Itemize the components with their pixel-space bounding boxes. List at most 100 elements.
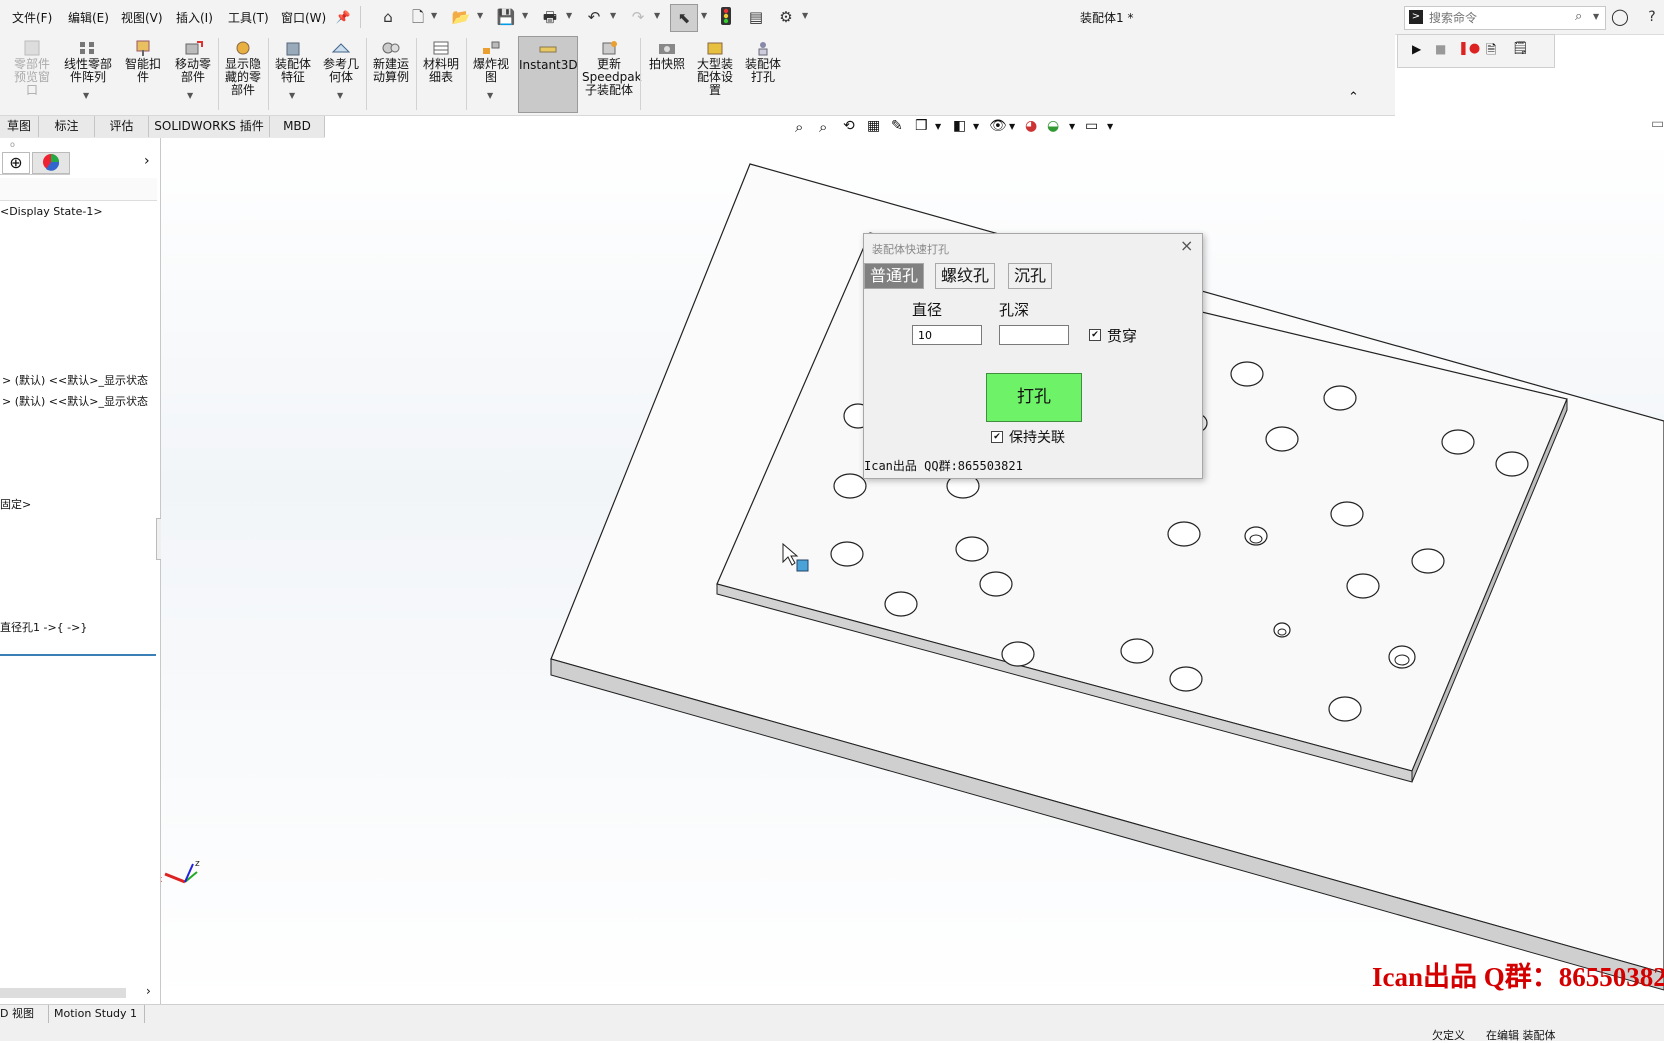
new-document-icon[interactable]: 🗋: [408, 7, 428, 27]
section-view-icon[interactable]: ▦: [867, 118, 880, 134]
chevron-down-icon[interactable]: ▼: [701, 11, 707, 20]
chevron-right-icon[interactable]: ›: [146, 984, 151, 998]
tab-solidworks-addins[interactable]: SOLIDWORKS 插件: [149, 116, 270, 137]
zoom-to-area-icon[interactable]: ⌕: [819, 118, 827, 136]
tab-sketch[interactable]: 草图: [0, 116, 39, 137]
stop-icon[interactable]: ■: [1435, 42, 1446, 56]
hole[interactable]: [1244, 526, 1268, 546]
menu-tools[interactable]: 工具(T): [228, 9, 269, 26]
tree-component-2[interactable]: > (默认) <<默认>_显示状态: [2, 393, 148, 409]
tab-evaluate[interactable]: 评估: [95, 116, 149, 137]
chevron-down-icon[interactable]: ▼: [610, 11, 616, 20]
hole[interactable]: [884, 591, 918, 617]
chevron-down-icon[interactable]: ▼: [1009, 122, 1015, 131]
tab-markup[interactable]: 标注: [39, 116, 95, 137]
chevron-down-icon[interactable]: ▼: [187, 91, 193, 100]
hole[interactable]: [1323, 385, 1357, 411]
menu-edit[interactable]: 编辑(E): [68, 9, 109, 26]
show-hidden-components-button[interactable]: 显示隐藏的零部件: [220, 40, 266, 97]
print-icon[interactable]: 🖶: [540, 7, 560, 27]
chevron-right-icon[interactable]: ›: [144, 153, 150, 169]
display-state-item[interactable]: <Display State-1>: [0, 205, 103, 218]
chevron-down-icon[interactable]: ▼: [802, 11, 808, 20]
menu-window[interactable]: 窗口(W): [281, 9, 326, 26]
apply-scene-icon[interactable]: ◒: [1047, 118, 1059, 134]
hole[interactable]: [1230, 361, 1264, 387]
dynamic-annotation-icon[interactable]: ✎: [891, 118, 903, 134]
panel-toggle-icon[interactable]: ▭: [1651, 116, 1664, 132]
hole[interactable]: [1001, 641, 1035, 667]
save-icon[interactable]: 💾: [496, 7, 516, 27]
hole[interactable]: [1441, 429, 1475, 455]
diameter-input[interactable]: [912, 325, 982, 345]
search-input[interactable]: [1427, 9, 1581, 27]
tab-counterbore-hole[interactable]: 沉孔: [1008, 263, 1053, 289]
collapse-ribbon-icon[interactable]: ⌃: [1348, 90, 1359, 105]
redo-icon[interactable]: ↷: [628, 7, 648, 27]
hole[interactable]: [833, 473, 867, 499]
hole[interactable]: [1169, 666, 1203, 692]
view-orientation-icon[interactable]: ❒: [915, 118, 928, 134]
new-motion-study-button[interactable]: 新建运动算例: [368, 40, 414, 84]
chevron-down-icon[interactable]: ▼: [566, 11, 572, 20]
open-folder-icon[interactable]: 📂: [451, 7, 471, 27]
tab-motion-study[interactable]: Motion Study 1: [50, 1005, 145, 1023]
large-assembly-settings-button[interactable]: 大型装配体设置: [692, 40, 738, 97]
undo-icon[interactable]: ↶: [584, 7, 604, 27]
record-icon[interactable]: ❚●: [1458, 41, 1480, 56]
zoom-to-fit-icon[interactable]: ⌕: [795, 118, 803, 136]
display-manager-icon[interactable]: [32, 152, 70, 174]
panel-scrollbar[interactable]: [0, 988, 126, 998]
view-settings-icon[interactable]: ▭: [1085, 118, 1098, 134]
traffic-light-icon[interactable]: [716, 7, 736, 27]
tree-mates-fixed[interactable]: 固定>: [0, 496, 31, 512]
hole[interactable]: [1346, 573, 1380, 599]
chevron-down-icon[interactable]: ▼: [654, 11, 660, 20]
hide-show-items-icon[interactable]: 👁: [989, 118, 1007, 134]
take-snapshot-button[interactable]: 拍快照: [644, 40, 690, 71]
hole[interactable]: [1167, 521, 1201, 547]
user-account-icon[interactable]: ◯: [1610, 7, 1630, 27]
exploded-view-button[interactable]: 爆炸视图: [468, 40, 514, 84]
bill-of-materials-button[interactable]: 材料明细表: [418, 40, 464, 84]
select-cursor-icon[interactable]: ⬉: [670, 4, 698, 32]
hole[interactable]: [1265, 426, 1299, 452]
drill-button[interactable]: 打孔: [986, 373, 1082, 422]
chevron-down-icon[interactable]: ▼: [289, 91, 295, 100]
file-properties-icon[interactable]: ▤: [746, 7, 766, 27]
menu-file[interactable]: 文件(F): [12, 9, 52, 26]
rollback-bar[interactable]: [0, 654, 156, 656]
chevron-down-icon[interactable]: ▼: [83, 91, 89, 100]
tab-mbd[interactable]: MBD: [270, 116, 325, 137]
search-box[interactable]: > ⌕ ▼: [1404, 6, 1606, 30]
edit-appearance-icon[interactable]: ◕: [1025, 118, 1037, 134]
tab-threaded-hole[interactable]: 螺纹孔: [935, 263, 996, 289]
assembly-features-button[interactable]: 装配体特征: [270, 40, 316, 84]
close-icon[interactable]: ×: [1180, 236, 1193, 255]
search-icon[interactable]: ⌕: [1575, 9, 1582, 24]
tab-3d-view[interactable]: D 视图: [0, 1005, 49, 1023]
hole[interactable]: [1328, 696, 1362, 722]
play-icon[interactable]: ▶: [1412, 42, 1421, 56]
tab-plain-hole[interactable]: 普通孔: [864, 263, 925, 289]
help-icon[interactable]: ?: [1642, 7, 1662, 27]
hole[interactable]: [1411, 548, 1445, 574]
chevron-down-icon[interactable]: ▼: [337, 91, 343, 100]
chevron-down-icon[interactable]: ▼: [431, 11, 437, 20]
update-speedpak-button[interactable]: 更新Speedpak子装配体: [582, 40, 642, 97]
hole[interactable]: [830, 541, 864, 567]
chevron-down-icon[interactable]: ▼: [935, 122, 941, 131]
component-preview-button[interactable]: 零部件预览窗口: [10, 40, 54, 97]
move-component-button[interactable]: 移动零部件: [170, 40, 216, 84]
through-checkbox[interactable]: ✔: [1089, 329, 1101, 341]
assembly-drill-button[interactable]: 装配体打孔: [740, 40, 786, 84]
config-manager-icon[interactable]: ⊕: [2, 152, 30, 174]
menu-view[interactable]: 视图(V): [121, 9, 163, 26]
smart-fasteners-button[interactable]: 智能扣件: [120, 40, 166, 84]
depth-input[interactable]: [999, 325, 1069, 345]
tree-hole-feature[interactable]: 直径孔1 ->{ ->}: [0, 619, 87, 635]
hole[interactable]: [1495, 451, 1529, 477]
gear-icon[interactable]: ⚙: [776, 7, 796, 27]
hole[interactable]: [1120, 638, 1154, 664]
filter-box[interactable]: [0, 178, 157, 201]
